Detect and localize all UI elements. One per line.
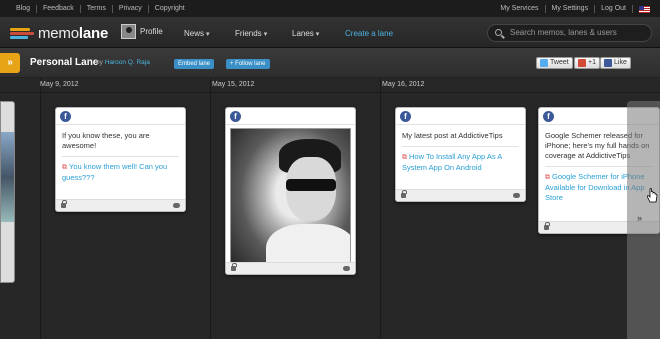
- friends-label: Friends: [235, 29, 262, 38]
- card-header: f: [226, 108, 355, 125]
- news-label: News: [184, 29, 205, 38]
- card-link-text: You know them well! Can you guess???: [62, 162, 168, 182]
- timeline-ruler: [0, 92, 660, 93]
- top-utility-bar: Blog Feedback Terms Privacy Copyright My…: [0, 0, 660, 18]
- privacy-link[interactable]: Privacy: [113, 5, 149, 13]
- chevron-down-icon: ▾: [315, 31, 320, 38]
- card-footer: [396, 189, 525, 201]
- memo-card[interactable]: f If you know these, you are awesome! ⧉ Y…: [55, 107, 186, 212]
- date-label: May 9, 2012: [40, 81, 79, 88]
- card-link-text: How To Install Any App As A System App O…: [402, 152, 502, 172]
- card-link[interactable]: ⧉ You know them well! Can you guess???: [56, 157, 185, 183]
- like-label: Like: [614, 59, 627, 66]
- create-lane-link[interactable]: Create a lane: [345, 29, 393, 38]
- memo-card[interactable]: f My latest post at AddictiveTips ⧉ How T…: [395, 107, 526, 202]
- avatar: [121, 24, 136, 39]
- lane-author: by Haroon Q. Raja: [96, 59, 150, 66]
- google-plus-icon: [578, 59, 586, 67]
- date-label: May 16, 2012: [382, 81, 425, 88]
- logo-prefix: memo: [38, 25, 79, 42]
- nav-lanes[interactable]: Lanes ▾: [292, 29, 319, 38]
- account-links: My Services My Settings Log Out: [494, 5, 650, 13]
- search-input[interactable]: Search memos, lanes & users: [487, 24, 652, 42]
- comment-icon[interactable]: [343, 266, 350, 271]
- card-link[interactable]: ⧉ How To Install Any App As A System App …: [396, 147, 525, 173]
- next-arrows-icon: »: [637, 213, 643, 223]
- card-header: f: [56, 108, 185, 125]
- card-text: If you know these, you are awesome!: [62, 131, 150, 150]
- card-footer: [56, 199, 185, 211]
- lock-icon[interactable]: [401, 190, 407, 198]
- footer-links: Blog Feedback Terms Privacy Copyright: [10, 5, 191, 13]
- expand-sidebar-button[interactable]: »: [0, 53, 20, 73]
- memolane-logo[interactable]: memolane: [10, 25, 108, 42]
- tweet-label: Tweet: [550, 59, 569, 66]
- external-link-icon: ⧉: [545, 174, 550, 181]
- twitter-icon: [540, 59, 548, 67]
- my-services-link[interactable]: My Services: [494, 5, 546, 13]
- embed-lane-button[interactable]: Embed lane: [174, 59, 215, 69]
- card-header: f: [396, 108, 525, 125]
- gplus-button[interactable]: +1: [574, 57, 600, 69]
- author-link[interactable]: Haroon Q. Raja: [105, 59, 150, 66]
- lock-icon[interactable]: [61, 200, 67, 208]
- previous-card[interactable]: [0, 101, 15, 283]
- card-photo[interactable]: [230, 128, 351, 273]
- memo-card-photo[interactable]: f: [225, 107, 356, 275]
- log-out-link[interactable]: Log Out: [595, 5, 633, 13]
- follow-lane-button[interactable]: + Follow lane: [226, 59, 270, 69]
- gplus-label: +1: [588, 59, 596, 66]
- nav-profile[interactable]: Profile: [121, 24, 163, 39]
- facebook-icon: f: [400, 111, 411, 122]
- date-label: May 15, 2012: [212, 81, 255, 88]
- lock-icon[interactable]: [231, 263, 237, 271]
- comment-icon[interactable]: [173, 203, 180, 208]
- nav-friends[interactable]: Friends ▾: [235, 29, 267, 38]
- card-footer: [226, 262, 355, 274]
- lanes-label: Lanes: [292, 29, 314, 38]
- logo-stripes-icon: [10, 27, 34, 41]
- facebook-icon: f: [543, 111, 554, 122]
- feedback-link[interactable]: Feedback: [37, 5, 81, 13]
- lock-icon[interactable]: [544, 222, 550, 230]
- chevron-down-icon: ▾: [206, 31, 210, 38]
- blog-link[interactable]: Blog: [10, 5, 38, 13]
- my-settings-link[interactable]: My Settings: [546, 5, 596, 13]
- main-nav: memolane Profile News ▾ Friends ▾ Lanes ▾ C…: [0, 18, 660, 48]
- external-link-icon: ⧉: [62, 164, 67, 171]
- external-link-icon: ⧉: [402, 154, 407, 161]
- card-photo: [1, 132, 14, 222]
- comment-icon[interactable]: [513, 193, 520, 198]
- facebook-icon: [604, 59, 612, 67]
- terms-link[interactable]: Terms: [81, 5, 113, 13]
- chevron-down-icon: ▾: [263, 31, 268, 38]
- lane-title: Personal Lane: [30, 57, 99, 68]
- facebook-icon: f: [230, 111, 241, 122]
- search-icon: [495, 29, 502, 36]
- copyright-link[interactable]: Copyright: [149, 5, 191, 13]
- logo-suffix: lane: [78, 25, 109, 42]
- facebook-like-button[interactable]: Like: [600, 57, 631, 69]
- nav-news[interactable]: News ▾: [184, 29, 210, 38]
- search-placeholder: Search memos, lanes & users: [510, 28, 617, 37]
- card-text: My latest post at AddictiveTips: [402, 131, 503, 140]
- tweet-button[interactable]: Tweet: [536, 57, 573, 69]
- lane-header: » Personal Lane by Haroon Q. Raja Embed …: [0, 48, 660, 78]
- profile-label: Profile: [140, 27, 163, 36]
- by-label: by: [96, 59, 103, 66]
- scroll-next-panel[interactable]: »: [627, 101, 660, 339]
- us-flag-icon[interactable]: [639, 5, 650, 13]
- facebook-icon: f: [60, 111, 71, 122]
